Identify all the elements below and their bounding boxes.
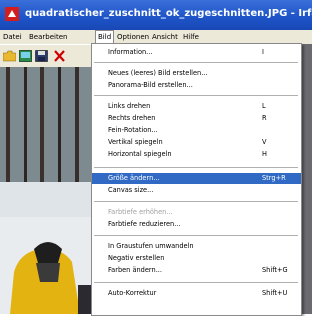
- menubar: Datei Bearbeiten Bild Optionen Ansicht H…: [0, 30, 312, 45]
- save-icon[interactable]: [35, 50, 48, 62]
- menu-item-farbtiefe-reduzieren[interactable]: Farbtiefe reduzieren...: [92, 219, 301, 230]
- menu-separator: [94, 95, 298, 96]
- menu-item-graustufen[interactable]: In Graustufen umwandeln: [92, 241, 301, 252]
- delete-icon[interactable]: [53, 50, 66, 62]
- menu-item-canvas-size[interactable]: Canvas size...: [92, 185, 301, 196]
- menu-item-farbtiefe-erhoehen: Farbtiefe erhöhen...: [108, 208, 173, 216]
- photo-snowy-forest: [0, 67, 92, 314]
- menu-item-groesse-aendern[interactable]: Größe ändern... Strg+R: [92, 173, 301, 184]
- menu-hilfe[interactable]: Hilfe: [183, 31, 199, 43]
- menu-item-neues-bild[interactable]: Neues (leeres) Bild erstellen...: [92, 68, 301, 79]
- image-canvas: [0, 67, 92, 314]
- window-titlebar: quadratischer_zuschnitt_ok_zugeschnitten…: [0, 0, 320, 30]
- menu-optionen[interactable]: Optionen: [117, 31, 149, 43]
- menu-datei[interactable]: Datei: [3, 31, 22, 43]
- irfanview-app-icon: [5, 7, 19, 21]
- menu-item-farben-aendern[interactable]: Farben ändern... Shift+G: [92, 265, 301, 276]
- menu-separator: [94, 62, 298, 63]
- menu-separator: [94, 167, 298, 168]
- menu-item-links-drehen[interactable]: Links drehen L: [92, 101, 301, 112]
- menu-item-auto-korrektur[interactable]: Auto-Korrektur Shift+U: [92, 288, 301, 299]
- menu-item-rechts-drehen[interactable]: Rechts drehen R: [92, 113, 301, 124]
- window-title: quadratischer_zuschnitt_ok_zugeschnitten…: [25, 8, 320, 19]
- menu-separator: [94, 201, 298, 202]
- menu-item-negativ[interactable]: Negativ erstellen: [92, 253, 301, 264]
- bild-dropdown-menu: Information... I Neues (leeres) Bild ers…: [91, 43, 302, 316]
- menu-item-information[interactable]: Information... I: [92, 47, 301, 58]
- menu-item-horizontal-spiegeln[interactable]: Horizontal spiegeln H: [92, 149, 301, 160]
- menu-ansicht[interactable]: Ansicht: [152, 31, 178, 43]
- open-folder-icon[interactable]: [3, 50, 16, 62]
- window-edge: [302, 44, 312, 314]
- menu-separator: [94, 235, 298, 236]
- menu-item-fein-rotation[interactable]: Fein-Rotation...: [92, 125, 301, 136]
- menu-item-panorama[interactable]: Panorama-Bild erstellen...: [92, 80, 301, 91]
- menu-item-vertikal-spiegeln[interactable]: Vertikal spiegeln V: [92, 137, 301, 148]
- menu-separator: [94, 282, 298, 283]
- thumbnails-icon[interactable]: [19, 50, 32, 62]
- menu-bearbeiten[interactable]: Bearbeiten: [29, 31, 67, 43]
